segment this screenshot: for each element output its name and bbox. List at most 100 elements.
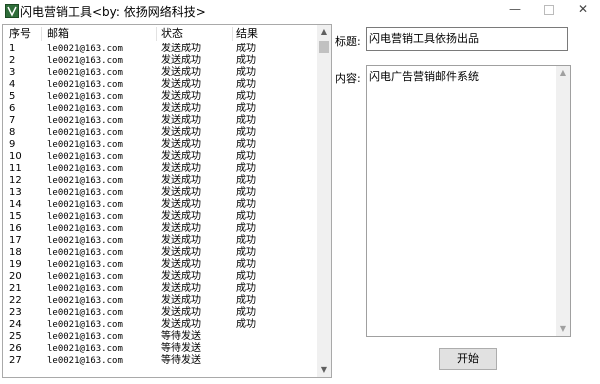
table-row[interactable]: 23 le0021@163.com 发送成功 成功 bbox=[3, 307, 317, 319]
row-email: le0021@163.com bbox=[47, 104, 123, 114]
content-text: 闪电广告营销邮件系统 bbox=[369, 70, 479, 83]
table-row[interactable]: 21 le0021@163.com 发送成功 成功 bbox=[3, 283, 317, 295]
scroll-up-arrow-icon[interactable]: ▲ bbox=[556, 66, 570, 80]
row-email: le0021@163.com bbox=[47, 128, 123, 138]
table-row[interactable]: 13 le0021@163.com 发送成功 成功 bbox=[3, 187, 317, 199]
row-status: 发送成功 bbox=[161, 115, 201, 126]
close-button[interactable]: ✕ bbox=[566, 0, 600, 20]
column-header-email[interactable]: 邮箱 bbox=[47, 25, 69, 43]
table-row[interactable]: 5 le0021@163.com 发送成功 成功 bbox=[3, 91, 317, 103]
column-header-number[interactable]: 序号 bbox=[9, 25, 31, 43]
row-email: le0021@163.com bbox=[47, 164, 123, 174]
column-divider[interactable] bbox=[232, 27, 233, 41]
table-row[interactable]: 2 le0021@163.com 发送成功 成功 bbox=[3, 55, 317, 67]
scroll-up-arrow-icon[interactable]: ▲ bbox=[317, 25, 331, 39]
maximize-button[interactable] bbox=[532, 0, 566, 20]
scroll-thumb[interactable] bbox=[319, 41, 329, 53]
row-email: le0021@163.com bbox=[47, 320, 123, 330]
table-row[interactable]: 17 le0021@163.com 发送成功 成功 bbox=[3, 235, 317, 247]
table-row[interactable]: 22 le0021@163.com 发送成功 成功 bbox=[3, 295, 317, 307]
row-status: 发送成功 bbox=[161, 211, 201, 222]
row-email: le0021@163.com bbox=[47, 236, 123, 246]
scroll-down-arrow-icon[interactable]: ▼ bbox=[317, 363, 331, 377]
list-header: 序号 邮箱 状态 结果 bbox=[3, 25, 317, 43]
row-email: le0021@163.com bbox=[47, 176, 123, 186]
table-row[interactable]: 26 le0021@163.com 等待发送 bbox=[3, 343, 317, 355]
list-scrollbar[interactable]: ▲ ▼ bbox=[317, 25, 331, 377]
row-result: 成功 bbox=[236, 115, 256, 126]
row-number: 15 bbox=[9, 211, 22, 222]
table-row[interactable]: 1 le0021@163.com 发送成功 成功 bbox=[3, 43, 317, 55]
row-number: 20 bbox=[9, 271, 22, 282]
row-number: 12 bbox=[9, 175, 22, 186]
row-status: 等待发送 bbox=[161, 343, 201, 354]
row-email: le0021@163.com bbox=[47, 284, 123, 294]
row-number: 14 bbox=[9, 199, 22, 210]
list-body: 1 le0021@163.com 发送成功 成功 2 le0021@163.com 发送成功… bbox=[3, 43, 317, 377]
row-email: le0021@163.com bbox=[47, 272, 123, 282]
table-row[interactable]: 18 le0021@163.com 发送成功 成功 bbox=[3, 247, 317, 259]
row-number: 18 bbox=[9, 247, 22, 258]
table-row[interactable]: 11 le0021@163.com 发送成功 成功 bbox=[3, 163, 317, 175]
row-status: 发送成功 bbox=[161, 55, 201, 66]
email-list-view[interactable]: 序号 邮箱 状态 结果 1 le0021@163.com 发送成功 成功 2 le0021… bbox=[2, 24, 332, 378]
row-status: 等待发送 bbox=[161, 331, 201, 342]
row-result: 成功 bbox=[236, 295, 256, 306]
table-row[interactable]: 8 le0021@163.com 发送成功 成功 bbox=[3, 127, 317, 139]
row-result: 成功 bbox=[236, 175, 256, 186]
scroll-down-arrow-icon[interactable]: ▼ bbox=[556, 322, 570, 336]
row-number: 11 bbox=[9, 163, 22, 174]
row-number: 10 bbox=[9, 151, 22, 162]
minimize-button[interactable]: — bbox=[498, 0, 532, 20]
title-input[interactable]: 闪电营销工具依扬出品 bbox=[366, 27, 568, 51]
table-row[interactable]: 15 le0021@163.com 发送成功 成功 bbox=[3, 211, 317, 223]
row-number: 26 bbox=[9, 343, 22, 354]
table-row[interactable]: 9 le0021@163.com 发送成功 成功 bbox=[3, 139, 317, 151]
table-row[interactable]: 7 le0021@163.com 发送成功 成功 bbox=[3, 115, 317, 127]
table-row[interactable]: 14 le0021@163.com 发送成功 成功 bbox=[3, 199, 317, 211]
row-email: le0021@163.com bbox=[47, 140, 123, 150]
row-result: 成功 bbox=[236, 223, 256, 234]
maximize-icon bbox=[544, 4, 554, 15]
row-status: 发送成功 bbox=[161, 175, 201, 186]
row-result: 成功 bbox=[236, 163, 256, 174]
table-row[interactable]: 16 le0021@163.com 发送成功 成功 bbox=[3, 223, 317, 235]
row-result: 成功 bbox=[236, 79, 256, 90]
row-status: 发送成功 bbox=[161, 43, 201, 54]
row-status: 发送成功 bbox=[161, 235, 201, 246]
row-status: 发送成功 bbox=[161, 79, 201, 90]
row-status: 发送成功 bbox=[161, 91, 201, 102]
row-status: 发送成功 bbox=[161, 127, 201, 138]
content-textarea[interactable]: 闪电广告营销邮件系统 ▲ ▼ bbox=[366, 65, 571, 337]
row-status: 发送成功 bbox=[161, 271, 201, 282]
table-row[interactable]: 4 le0021@163.com 发送成功 成功 bbox=[3, 79, 317, 91]
column-header-status[interactable]: 状态 bbox=[161, 25, 183, 43]
table-row[interactable]: 20 le0021@163.com 发送成功 成功 bbox=[3, 271, 317, 283]
row-result: 成功 bbox=[236, 151, 256, 162]
row-result: 成功 bbox=[236, 319, 256, 330]
table-row[interactable]: 3 le0021@163.com 发送成功 成功 bbox=[3, 67, 317, 79]
column-header-result[interactable]: 结果 bbox=[236, 25, 258, 43]
table-row[interactable]: 6 le0021@163.com 发送成功 成功 bbox=[3, 103, 317, 115]
table-row[interactable]: 25 le0021@163.com 等待发送 bbox=[3, 331, 317, 343]
table-row[interactable]: 19 le0021@163.com 发送成功 成功 bbox=[3, 259, 317, 271]
table-row[interactable]: 27 le0021@163.com 等待发送 bbox=[3, 355, 317, 367]
title-bar: 闪电营销工具<by: 依扬网络科技> — ✕ bbox=[0, 0, 600, 22]
column-divider[interactable] bbox=[41, 27, 42, 41]
row-result: 成功 bbox=[236, 247, 256, 258]
table-row[interactable]: 10 le0021@163.com 发送成功 成功 bbox=[3, 151, 317, 163]
table-row[interactable]: 24 le0021@163.com 发送成功 成功 bbox=[3, 319, 317, 331]
row-number: 27 bbox=[9, 355, 22, 366]
row-result: 成功 bbox=[236, 67, 256, 78]
row-result: 成功 bbox=[236, 91, 256, 102]
row-result: 成功 bbox=[236, 43, 256, 54]
row-status: 发送成功 bbox=[161, 319, 201, 330]
column-divider[interactable] bbox=[156, 27, 157, 41]
start-button[interactable]: 开始 bbox=[439, 348, 497, 370]
row-number: 3 bbox=[9, 67, 16, 78]
row-email: le0021@163.com bbox=[47, 116, 123, 126]
row-number: 1 bbox=[9, 43, 16, 54]
table-row[interactable]: 12 le0021@163.com 发送成功 成功 bbox=[3, 175, 317, 187]
content-scrollbar[interactable]: ▲ ▼ bbox=[556, 66, 570, 336]
row-status: 发送成功 bbox=[161, 139, 201, 150]
